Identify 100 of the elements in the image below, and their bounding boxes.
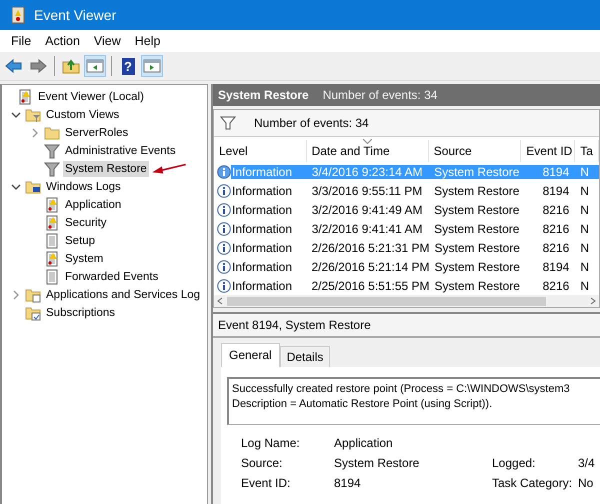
table-cell: N <box>580 240 589 254</box>
tree-item[interactable]: Security <box>63 215 109 231</box>
info-icon <box>217 222 231 236</box>
table-cell: 2/26/2016 5:21:31 PM <box>311 240 430 254</box>
field-label: Log Name: <box>240 436 301 450</box>
table-cell: N <box>580 184 589 198</box>
view-title: System Restore <box>218 88 309 102</box>
scroll-left-icon[interactable] <box>216 297 224 305</box>
folder-icon <box>25 179 41 195</box>
info-icon <box>217 278 231 292</box>
tree-item[interactable]: Administrative Events <box>63 143 178 159</box>
column-header[interactable]: Source <box>428 140 522 162</box>
table-cell: System Restore <box>434 164 520 178</box>
table-cell: Information <box>232 184 292 198</box>
tree-item[interactable]: Event Viewer (Local) <box>36 89 146 105</box>
tree-item[interactable]: System <box>63 251 106 267</box>
message-text: Description = Automatic Restore Point (using Script)). <box>232 397 494 412</box>
tree-item[interactable]: ServerRoles <box>63 125 130 141</box>
menu-item[interactable]: Action <box>38 34 87 48</box>
folder-icon <box>25 107 41 123</box>
tree-item[interactable]: Custom Views <box>44 107 122 123</box>
tab[interactable]: General <box>221 343 280 367</box>
callout-arrow <box>150 162 187 176</box>
tree-item[interactable]: System Restore <box>63 161 149 177</box>
table-cell: 2/25/2016 5:51:55 PM <box>311 278 430 292</box>
log-icon <box>44 215 60 231</box>
filter-icon <box>44 143 60 159</box>
chevron-down-icon[interactable] <box>11 182 21 192</box>
table-cell: 3/2/2016 9:41:41 AM <box>312 222 422 236</box>
column-header[interactable]: Event ID <box>521 140 576 162</box>
field-value: No <box>578 476 594 490</box>
tree-item[interactable]: Windows Logs <box>44 179 123 195</box>
info-icon <box>217 202 231 216</box>
pane-icon[interactable] <box>141 55 163 77</box>
table-cell: N <box>580 278 589 292</box>
table-cell: System Restore <box>434 202 520 216</box>
table-cell: System Restore <box>434 240 520 254</box>
event-count: Number of events: 34 <box>322 88 438 102</box>
info-icon <box>217 184 231 198</box>
chevron-right-icon[interactable] <box>30 128 40 138</box>
folder-icon <box>25 305 41 321</box>
horizontal-scrollbar[interactable] <box>214 295 599 307</box>
field-label: Source: <box>240 456 284 470</box>
tree-item[interactable]: Subscriptions <box>44 305 118 321</box>
filter-count: Number of events: 34 <box>254 116 369 130</box>
tree-item[interactable]: Applications and Services Log <box>44 287 202 303</box>
table-cell: Information <box>232 222 292 236</box>
field-label: Logged: <box>492 456 536 470</box>
column-header[interactable]: Ta <box>575 140 600 162</box>
table-cell: N <box>580 222 589 236</box>
table-cell: 8216 <box>542 222 570 236</box>
table-cell: Information <box>232 202 292 216</box>
table-cell: 8216 <box>542 240 570 254</box>
table-cell: 8194 <box>542 164 570 178</box>
tab[interactable]: Details <box>280 346 330 367</box>
table-cell: 8216 <box>542 278 570 292</box>
scroll-right-icon[interactable] <box>589 297 597 305</box>
message-text: Successfully created restore point (Process = C:\WINDOWS\system3 <box>232 382 571 397</box>
event-row[interactable]: Information 3/2/2016 9:41:41 AM System Restore 8216 N <box>214 219 599 238</box>
table-cell: Information <box>232 260 292 274</box>
log-icon <box>44 269 60 285</box>
folder-icon <box>25 287 41 303</box>
field-value: Application <box>334 436 394 450</box>
filter-icon <box>220 116 236 130</box>
event-row[interactable]: Information 2/26/2016 5:21:14 PM System Restore 8194 N <box>214 257 599 276</box>
menu-item[interactable]: Help <box>128 34 168 48</box>
chevron-down-icon[interactable] <box>11 110 21 120</box>
info-icon <box>217 240 231 254</box>
log-book-icon <box>10 6 26 24</box>
tree-item[interactable]: Forwarded Events <box>63 269 160 285</box>
window-title: Event Viewer <box>34 7 116 23</box>
event-header: Event 8194, System Restore <box>213 314 600 338</box>
field-label: Event ID: <box>240 476 292 490</box>
tree-item[interactable]: Application <box>63 197 124 213</box>
tree-item[interactable]: Setup <box>63 233 98 249</box>
table-cell: 8194 <box>542 184 570 198</box>
table-cell: 8194 <box>542 260 570 274</box>
table-cell: System Restore <box>434 278 520 292</box>
info-icon <box>217 164 231 178</box>
column-header[interactable]: Level <box>214 140 307 162</box>
event-row[interactable]: Information 2/26/2016 5:21:31 PM System Restore 8216 N <box>214 238 599 257</box>
filter-icon <box>44 161 60 177</box>
menu-item[interactable]: View <box>86 34 128 48</box>
table-cell: 3/4/2016 9:23:14 AM <box>312 164 422 178</box>
event-row[interactable]: Information 2/25/2016 5:51:55 PM System Restore 8216 N <box>214 276 599 295</box>
event-row[interactable]: Information 3/2/2016 9:41:49 AM System Restore 8216 N <box>214 200 599 219</box>
log-icon <box>44 197 60 213</box>
sort-caret-icon <box>363 139 372 144</box>
column-header[interactable]: Date and Time <box>306 140 429 162</box>
menu-item[interactable]: File <box>4 34 38 48</box>
help-button[interactable]: ? <box>117 55 139 77</box>
table-cell: 3/3/2016 9:55:11 PM <box>312 184 422 198</box>
log-icon <box>44 233 60 249</box>
field-value: System Restore <box>334 456 420 470</box>
table-cell: N <box>580 202 589 216</box>
chevron-right-icon[interactable] <box>11 290 21 300</box>
event-row[interactable]: Information 3/3/2016 9:55:11 PM System Restore 8194 N <box>214 181 599 200</box>
field-label: Task Category: <box>492 476 574 490</box>
table-cell: N <box>580 260 589 274</box>
pane-icon[interactable] <box>84 55 106 77</box>
